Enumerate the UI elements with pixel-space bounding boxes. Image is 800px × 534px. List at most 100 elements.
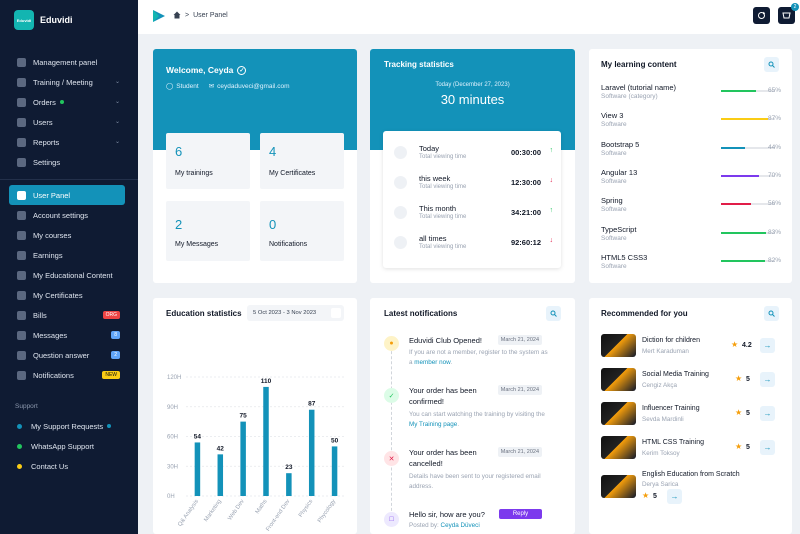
sidebar-item-reports[interactable]: Reports ⌄: [0, 132, 138, 152]
cart-count-badge: 2: [791, 3, 799, 11]
learning-item[interactable]: Spring Software 56%: [589, 196, 781, 224]
notification-desc: If you are not a member, register to the…: [409, 348, 549, 368]
sidebar-item-earnings[interactable]: Earnings: [0, 245, 138, 265]
sidebar-item-label: Users: [33, 117, 53, 127]
sidebar-item-users[interactable]: Users ⌄: [0, 112, 138, 132]
tracking-row-sub: Total viewing time: [419, 244, 467, 250]
sidebar-item-orders[interactable]: Orders ⌄: [0, 92, 138, 112]
sidebar-item-whatsapp-support[interactable]: WhatsApp Support: [0, 436, 138, 456]
arrow-right-icon: →: [763, 409, 772, 418]
brand[interactable]: Eduvidi Eduvidi: [14, 10, 73, 30]
course-item[interactable]: Diction for children Mert Karaduman ★ 4.…: [589, 334, 779, 368]
sidebar-item-account-settings[interactable]: Account settings: [0, 205, 138, 225]
course-item[interactable]: Influencer Training Sevda Mardinli ★ 5 →: [589, 402, 779, 436]
tracking-row-title: This month: [419, 204, 457, 213]
arrow-down-icon: ↓: [549, 177, 554, 184]
learning-item[interactable]: View 3 Software 87%: [589, 111, 781, 139]
stat-certificates[interactable]: 4 My Certificates: [260, 133, 344, 189]
layers-icon: [17, 77, 26, 87]
course-rating: 5: [653, 493, 657, 500]
arrow-down-icon: ↓: [549, 237, 554, 244]
learning-search-button[interactable]: [764, 57, 779, 72]
notification-desc: You can start watching the training by v…: [409, 410, 549, 430]
course-item[interactable]: Social Media Training Cengiz Akça ★ 5 →: [589, 368, 779, 402]
bar[interactable]: [194, 442, 201, 496]
badge: 2: [111, 351, 120, 359]
course-item[interactable]: HTML CSS Training Kerim Toksoy ★ 5 →: [589, 436, 779, 470]
sidebar-item-notifications[interactable]: Notifications NEW: [0, 365, 138, 385]
sidebar-item-user-panel[interactable]: User Panel: [9, 185, 125, 205]
bar[interactable]: [240, 421, 246, 496]
learning-item-name: HTML5 CSS3: [601, 252, 648, 262]
sidebar-item-educational-content[interactable]: My Educational Content: [0, 265, 138, 285]
sidebar-item-label: Contact Us: [31, 461, 69, 471]
course-open-button[interactable]: →: [667, 489, 682, 504]
notification-link[interactable]: My Training page: [409, 421, 457, 428]
home-icon[interactable]: [173, 11, 181, 19]
bar[interactable]: [331, 446, 338, 496]
learning-item-category: Software: [601, 121, 627, 129]
notification-author[interactable]: Ceyda Düveci: [441, 522, 480, 529]
progress-percent: 44%: [767, 143, 781, 151]
sidebar-item-bills[interactable]: Bills ORG: [0, 305, 138, 325]
notification-date: March 21, 2024: [497, 335, 542, 345]
learning-item[interactable]: Bootstrap 5 Software 44%: [589, 139, 781, 168]
bar[interactable]: [286, 473, 292, 496]
sidebar-item-label: Earnings: [33, 250, 63, 260]
sidebar-item-label: WhatsApp Support: [31, 441, 94, 451]
topbar: > User Panel 2: [138, 0, 800, 34]
sidebar-item-contact-us[interactable]: Contact Us: [0, 456, 138, 476]
progress-percent: 65%: [767, 87, 781, 94]
course-rating: 5: [746, 444, 750, 451]
sidebar-item-label: Reports: [33, 137, 60, 147]
refresh-button[interactable]: [753, 7, 770, 24]
learning-item[interactable]: Angular 13 Software 70%: [589, 168, 781, 196]
sidebar-item-certificates[interactable]: My Certificates: [0, 285, 138, 305]
course-open-button[interactable]: →: [760, 372, 775, 387]
stat-notifications[interactable]: 0 Notifications: [260, 201, 344, 261]
learning-item-name: Bootstrap 5: [601, 139, 640, 149]
welcome-title: Welcome, Ceyda ✓: [166, 65, 247, 75]
recommended-search-button[interactable]: [764, 306, 779, 321]
notifications-search-button[interactable]: [546, 306, 561, 321]
chevron-down-icon: ⌄: [114, 139, 120, 145]
course-author: Derya Sarica: [642, 481, 679, 488]
reply-button[interactable]: Reply: [499, 509, 542, 519]
arrow-up-icon: ↑: [549, 147, 554, 154]
learning-item[interactable]: Laravel (tutorial name) Software (categor…: [589, 83, 781, 111]
message-icon: □: [384, 512, 399, 527]
sidebar-item-label: My Support Requests: [31, 421, 104, 431]
search-icon: [768, 310, 775, 317]
course-open-button[interactable]: →: [760, 338, 775, 353]
learning-title: My learning content: [601, 60, 677, 69]
sidebar-item-training[interactable]: Training / Meeting ⌄: [0, 72, 138, 92]
sidebar-item-my-courses[interactable]: My courses: [0, 225, 138, 245]
course-author: Sevda Mardinli: [642, 416, 684, 423]
y-tick-label: 120H: [167, 375, 181, 381]
admin-nav: Management panel Training / Meeting ⌄ Ord…: [0, 52, 138, 172]
stat-messages[interactable]: 2 My Messages: [166, 201, 250, 261]
course-open-button[interactable]: →: [760, 440, 775, 455]
learning-item[interactable]: HTML5 CSS3 Software 82%: [589, 252, 781, 281]
app-logo-icon[interactable]: [152, 9, 166, 23]
cart-button[interactable]: 2: [778, 3, 799, 24]
bar[interactable]: [217, 454, 224, 496]
course-open-button[interactable]: →: [760, 406, 775, 421]
learning-card: My learning content Laravel (tutorial na…: [589, 49, 792, 283]
learning-item[interactable]: TypeScript Software 83%: [589, 225, 781, 253]
bar[interactable]: [308, 409, 315, 496]
user-email: ceydaduveci@gmail.com: [217, 82, 290, 90]
recommended-card: Recommended for you Diction for children…: [589, 298, 792, 534]
sidebar-item-settings[interactable]: Settings: [0, 152, 138, 172]
sidebar-item-management-panel[interactable]: Management panel: [0, 52, 138, 72]
tracking-date: Today (December 27, 2023): [435, 82, 510, 88]
sidebar-item-question-answer[interactable]: Question answer 2: [0, 345, 138, 365]
sidebar-item-support-requests[interactable]: My Support Requests: [0, 416, 138, 436]
breadcrumb-separator: >: [185, 11, 190, 19]
sidebar-item-messages[interactable]: Messages 8: [0, 325, 138, 345]
email-icon: ✉: [208, 83, 215, 90]
bar[interactable]: [263, 386, 269, 496]
course-item[interactable]: English Education from Scratch Derya Sar…: [589, 470, 779, 510]
stat-trainings[interactable]: 6 My trainings: [166, 133, 250, 189]
notification-link[interactable]: member now: [414, 359, 450, 366]
